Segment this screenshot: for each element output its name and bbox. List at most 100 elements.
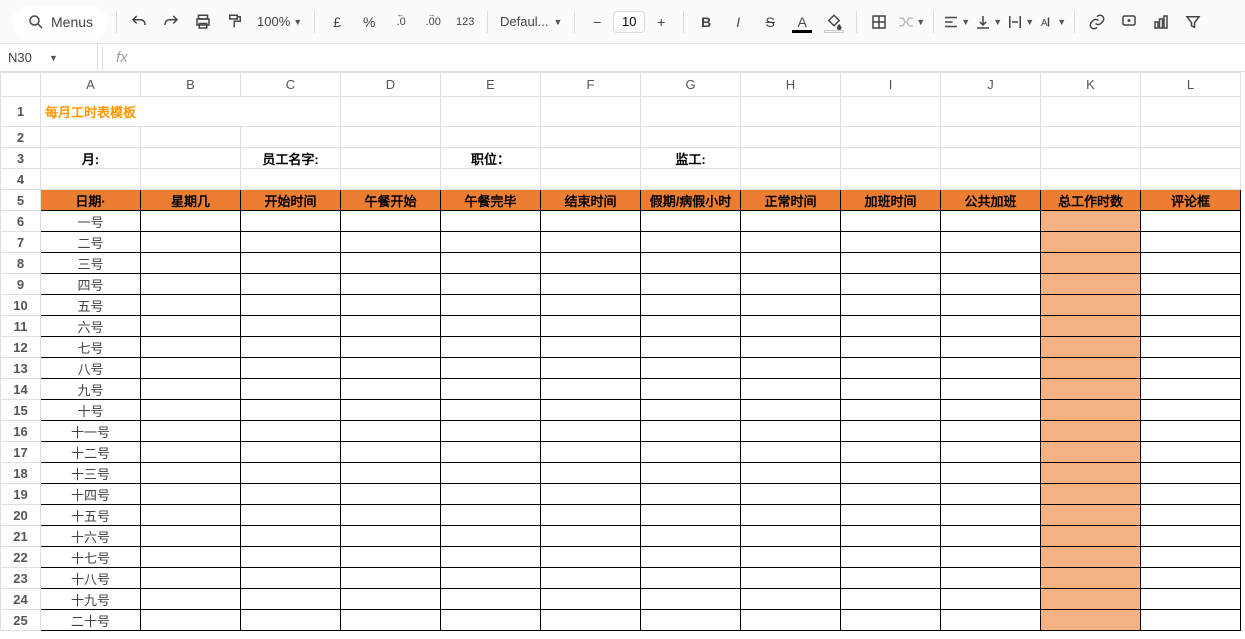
- cell-L7[interactable]: [1141, 232, 1241, 253]
- cell-F22[interactable]: [541, 547, 641, 568]
- cell-H4[interactable]: [741, 169, 841, 190]
- cell-K9[interactable]: [1041, 274, 1141, 295]
- cell-L25[interactable]: [1141, 610, 1241, 631]
- cell-J14[interactable]: [941, 379, 1041, 400]
- cell-F11[interactable]: [541, 316, 641, 337]
- cell-L20[interactable]: [1141, 505, 1241, 526]
- cell-D13[interactable]: [341, 358, 441, 379]
- cell-I16[interactable]: [841, 421, 941, 442]
- cell-G11[interactable]: [641, 316, 741, 337]
- cell-F23[interactable]: [541, 568, 641, 589]
- cell-J13[interactable]: [941, 358, 1041, 379]
- cell-J6[interactable]: [941, 211, 1041, 232]
- cell-I9[interactable]: [841, 274, 941, 295]
- cell-B5[interactable]: 星期几: [141, 190, 241, 211]
- cell-E19[interactable]: [441, 484, 541, 505]
- cell-A22[interactable]: 十七号: [41, 547, 141, 568]
- cell-I25[interactable]: [841, 610, 941, 631]
- col-header-B[interactable]: B: [141, 73, 241, 97]
- cell-F19[interactable]: [541, 484, 641, 505]
- cell-K23[interactable]: [1041, 568, 1141, 589]
- cell-A23[interactable]: 十八号: [41, 568, 141, 589]
- cell-G8[interactable]: [641, 253, 741, 274]
- cell-K3[interactable]: [1041, 148, 1141, 169]
- cell-E21[interactable]: [441, 526, 541, 547]
- cell-D24[interactable]: [341, 589, 441, 610]
- menus-button[interactable]: Menus: [12, 6, 108, 38]
- cell-K11[interactable]: [1041, 316, 1141, 337]
- cell-I2[interactable]: [841, 127, 941, 148]
- comment-button[interactable]: [1115, 8, 1143, 36]
- cell-A13[interactable]: 八号: [41, 358, 141, 379]
- row-header-8[interactable]: 8: [1, 253, 41, 274]
- cell-F24[interactable]: [541, 589, 641, 610]
- cell-H21[interactable]: [741, 526, 841, 547]
- cell-H11[interactable]: [741, 316, 841, 337]
- cell-A4[interactable]: [41, 169, 141, 190]
- cell-I22[interactable]: [841, 547, 941, 568]
- cell-B13[interactable]: [141, 358, 241, 379]
- cell-K15[interactable]: [1041, 400, 1141, 421]
- currency-button[interactable]: £: [323, 8, 351, 36]
- cell-D11[interactable]: [341, 316, 441, 337]
- cell-L12[interactable]: [1141, 337, 1241, 358]
- row-header-9[interactable]: 9: [1, 274, 41, 295]
- cell-C22[interactable]: [241, 547, 341, 568]
- cell-F6[interactable]: [541, 211, 641, 232]
- filter-button[interactable]: [1179, 8, 1207, 36]
- font-size-input[interactable]: [613, 11, 645, 33]
- cell-G17[interactable]: [641, 442, 741, 463]
- cell-L10[interactable]: [1141, 295, 1241, 316]
- cell-A9[interactable]: 四号: [41, 274, 141, 295]
- cell-E15[interactable]: [441, 400, 541, 421]
- cell-K7[interactable]: [1041, 232, 1141, 253]
- cell-A17[interactable]: 十二号: [41, 442, 141, 463]
- cell-L17[interactable]: [1141, 442, 1241, 463]
- cell-C5[interactable]: 开始时间: [241, 190, 341, 211]
- row-header-7[interactable]: 7: [1, 232, 41, 253]
- cell-D20[interactable]: [341, 505, 441, 526]
- paint-format-button[interactable]: [221, 8, 249, 36]
- cell-D23[interactable]: [341, 568, 441, 589]
- cell-D10[interactable]: [341, 295, 441, 316]
- cell-B17[interactable]: [141, 442, 241, 463]
- cell-D16[interactable]: [341, 421, 441, 442]
- cell-D22[interactable]: [341, 547, 441, 568]
- cell-F3[interactable]: [541, 148, 641, 169]
- cell-K6[interactable]: [1041, 211, 1141, 232]
- cell-L11[interactable]: [1141, 316, 1241, 337]
- cell-C24[interactable]: [241, 589, 341, 610]
- cell-F4[interactable]: [541, 169, 641, 190]
- increase-font-button[interactable]: +: [647, 8, 675, 36]
- row-header-10[interactable]: 10: [1, 295, 41, 316]
- cell-E18[interactable]: [441, 463, 541, 484]
- cell-E20[interactable]: [441, 505, 541, 526]
- cell-G24[interactable]: [641, 589, 741, 610]
- cell-J7[interactable]: [941, 232, 1041, 253]
- row-header-2[interactable]: 2: [1, 127, 41, 148]
- percent-button[interactable]: %: [355, 8, 383, 36]
- cell-K21[interactable]: [1041, 526, 1141, 547]
- link-button[interactable]: [1083, 8, 1111, 36]
- cell-C19[interactable]: [241, 484, 341, 505]
- cell-K19[interactable]: [1041, 484, 1141, 505]
- cell-D17[interactable]: [341, 442, 441, 463]
- cell-L24[interactable]: [1141, 589, 1241, 610]
- row-header-20[interactable]: 20: [1, 505, 41, 526]
- cell-D15[interactable]: [341, 400, 441, 421]
- cell-J11[interactable]: [941, 316, 1041, 337]
- row-header-18[interactable]: 18: [1, 463, 41, 484]
- row-header-23[interactable]: 23: [1, 568, 41, 589]
- cell-G20[interactable]: [641, 505, 741, 526]
- cell-B4[interactable]: [141, 169, 241, 190]
- cell-G7[interactable]: [641, 232, 741, 253]
- cell-L22[interactable]: [1141, 547, 1241, 568]
- cell-I24[interactable]: [841, 589, 941, 610]
- cell-F12[interactable]: [541, 337, 641, 358]
- cell-D12[interactable]: [341, 337, 441, 358]
- zoom-dropdown[interactable]: 100%▼: [253, 8, 306, 36]
- cell-G3[interactable]: 监工:: [641, 148, 741, 169]
- cell-C4[interactable]: [241, 169, 341, 190]
- cell-H9[interactable]: [741, 274, 841, 295]
- cell-G5[interactable]: 假期/病假小时: [641, 190, 741, 211]
